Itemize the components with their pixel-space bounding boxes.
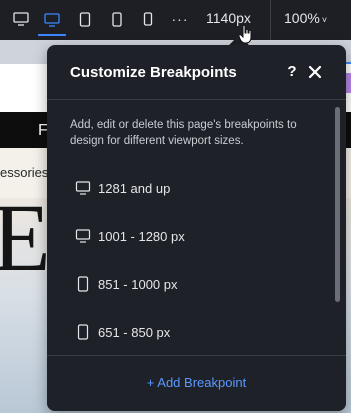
desktop-view-button[interactable] bbox=[38, 6, 66, 36]
panel-footer: + Add Breakpoint bbox=[47, 355, 346, 411]
tablet-view-button[interactable] bbox=[76, 6, 94, 32]
close-icon bbox=[308, 65, 322, 79]
desktop-large-icon bbox=[13, 12, 29, 26]
desktop-icon bbox=[75, 229, 91, 243]
breakpoint-item[interactable]: 651 - 850 px bbox=[47, 313, 332, 353]
tablet-icon bbox=[77, 276, 89, 292]
panel-scrollbar[interactable] bbox=[335, 107, 340, 302]
toolbar-divider bbox=[270, 0, 271, 40]
breakpoint-label: 651 - 850 px bbox=[98, 325, 171, 340]
page-category-text: essories bbox=[0, 165, 49, 180]
close-button[interactable] bbox=[307, 64, 323, 80]
mobile-icon bbox=[143, 12, 153, 26]
add-breakpoint-button[interactable]: + Add Breakpoint bbox=[47, 375, 346, 390]
chevron-down-icon: ˅ bbox=[321, 15, 328, 25]
breakpoint-label: 851 - 1000 px bbox=[98, 277, 178, 292]
breakpoint-label: 1281 and up bbox=[98, 181, 171, 196]
panel-header: Customize Breakpoints ? bbox=[47, 45, 346, 100]
breakpoint-item[interactable]: 1001 - 1280 px bbox=[47, 217, 332, 257]
hand-cursor-icon bbox=[238, 24, 252, 44]
customize-breakpoints-panel: Customize Breakpoints ? Add, edit or del… bbox=[47, 45, 346, 411]
breakpoint-label: 1001 - 1280 px bbox=[98, 229, 185, 244]
breakpoint-item[interactable]: 1281 and up bbox=[47, 169, 332, 209]
desktop-large-view-button[interactable] bbox=[10, 6, 32, 32]
more-devices-button[interactable]: ··· bbox=[170, 6, 190, 32]
breakpoint-item[interactable]: 851 - 1000 px bbox=[47, 265, 332, 305]
page-hero-letter: E bbox=[0, 184, 51, 291]
mobile-view-button[interactable] bbox=[140, 6, 156, 32]
editor-toolbar: ··· 1140px 100% ˅ bbox=[0, 0, 351, 40]
zoom-dropdown[interactable]: 100% ˅ bbox=[284, 10, 327, 26]
desktop-icon bbox=[44, 13, 60, 27]
help-button[interactable]: ? bbox=[285, 63, 299, 81]
zoom-value: 100% bbox=[284, 10, 320, 26]
tablet-icon bbox=[77, 324, 89, 340]
mobile-large-view-button[interactable] bbox=[108, 6, 126, 32]
panel-description: Add, edit or delete this page's breakpoi… bbox=[70, 119, 297, 147]
desktop-icon bbox=[75, 181, 91, 195]
panel-title: Customize Breakpoints bbox=[70, 64, 237, 81]
mobile-large-icon bbox=[112, 11, 122, 27]
tablet-icon bbox=[79, 11, 91, 27]
